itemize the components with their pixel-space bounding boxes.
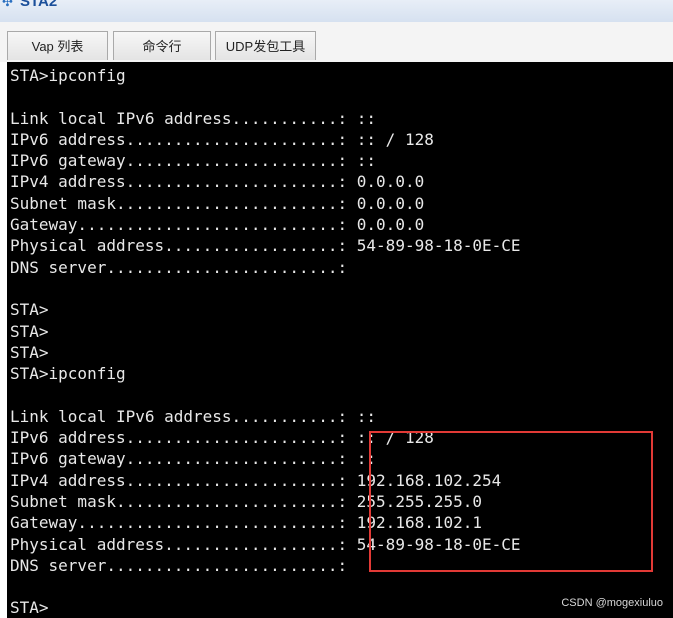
terminal-line: STA> — [10, 598, 49, 618]
terminal-console[interactable]: STA>ipconfig Link local IPv6 address.....… — [7, 62, 673, 618]
terminal-line: STA>ipconfig — [10, 66, 126, 85]
title-bar: ✣ STA2 — [0, 0, 673, 23]
tab-vap-list[interactable]: Vap 列表 — [7, 31, 108, 60]
terminal-line: Link local IPv6 address...........: :: — [10, 406, 377, 426]
terminal-line: STA> — [10, 342, 49, 362]
terminal-line: STA> — [10, 321, 49, 341]
window-title: STA2 — [20, 0, 58, 10]
watermark: CSDN @mogexiuluo — [561, 597, 663, 609]
terminal-line: Link local IPv6 address...........: :: — [10, 108, 377, 128]
terminal-line: Subnet mask.......................: 255.… — [10, 491, 483, 511]
terminal-line: IPv6 address......................: :: /… — [10, 428, 434, 448]
terminal-line: Gateway...........................: 0.0.… — [10, 215, 425, 235]
terminal-line: Physical address..................: 54-8… — [10, 534, 521, 554]
tab-bar: Vap 列表 命令行 UDP发包工具 — [0, 22, 673, 62]
terminal-line: Physical address..................: 54-8… — [10, 236, 521, 256]
terminal-line: STA>ipconfig — [10, 364, 126, 384]
terminal-line: Gateway...........................: 192.… — [10, 513, 483, 533]
terminal-line: IPv4 address......................: 0.0.… — [10, 172, 425, 192]
terminal-line: DNS server........................: — [10, 555, 348, 575]
terminal-line: IPv6 gateway......................: :: — [10, 151, 377, 171]
network-icon: ✣ — [2, 0, 13, 10]
tab-udp-tool[interactable]: UDP发包工具 — [215, 31, 316, 60]
terminal-line: IPv4 address......................: 192.… — [10, 470, 502, 490]
terminal-line: DNS server........................: — [10, 257, 348, 277]
terminal-line: IPv6 address......................: :: /… — [10, 129, 434, 149]
terminal-line: STA> — [10, 300, 49, 320]
terminal-line: Subnet mask.......................: 0.0.… — [10, 193, 425, 213]
tab-command-line[interactable]: 命令行 — [113, 31, 211, 60]
terminal-output: STA>ipconfig Link local IPv6 address.....… — [10, 65, 521, 618]
terminal-line: IPv6 gateway......................: :: — [10, 449, 377, 469]
